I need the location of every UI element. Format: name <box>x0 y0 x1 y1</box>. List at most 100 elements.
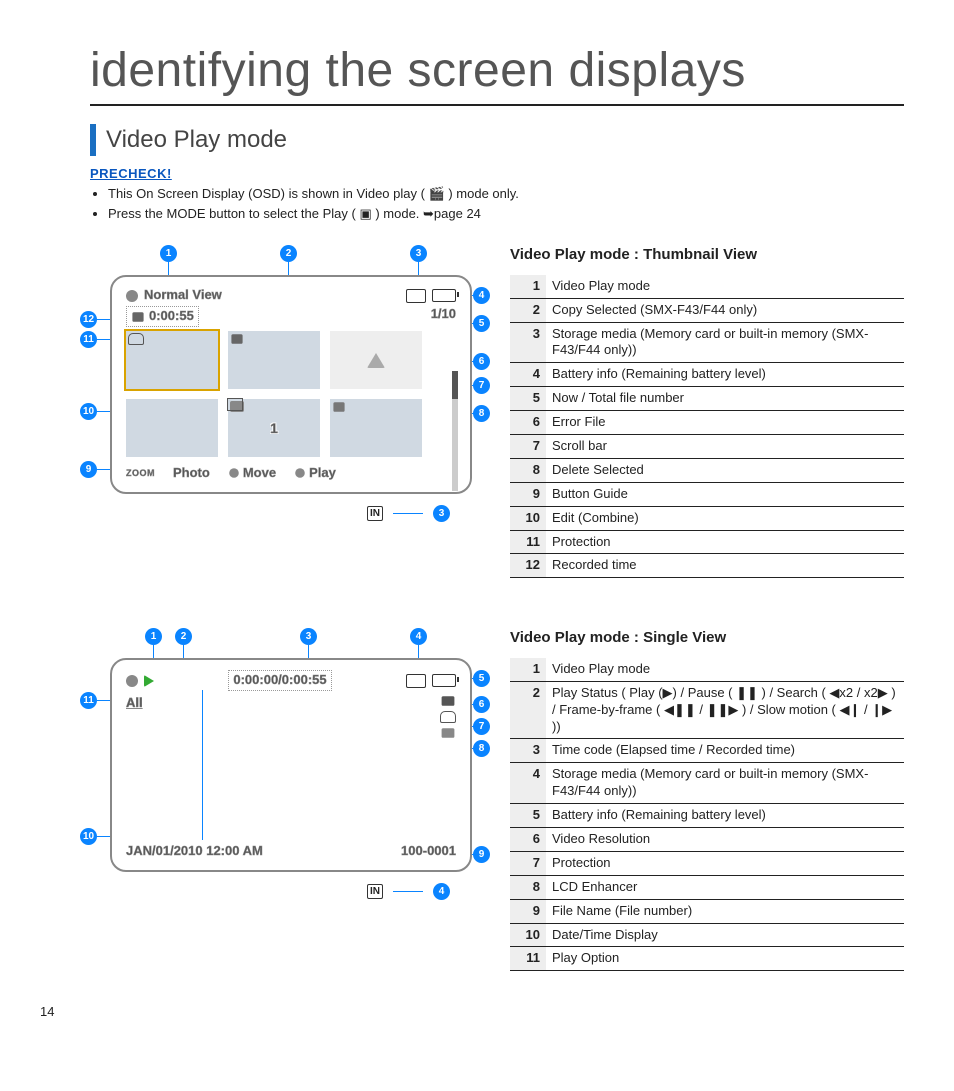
callout-6: 6 <box>473 353 490 370</box>
legend-number: 4 <box>510 763 546 804</box>
callout-5: 5 <box>473 670 490 687</box>
table-row: 6Error File <box>510 411 904 435</box>
callout-2: 2 <box>175 628 192 645</box>
table-row: 11Play Option <box>510 947 904 971</box>
callout-3: 3 <box>300 628 317 645</box>
thumbnail-item[interactable] <box>228 331 320 389</box>
legend-text: Error File <box>546 411 904 435</box>
in-memory-icon: IN <box>367 506 383 521</box>
callout-11: 11 <box>80 331 97 348</box>
battery-icon <box>432 289 456 302</box>
legend-number: 11 <box>510 530 546 554</box>
legend-text: Protection <box>546 851 904 875</box>
table-row: 7Protection <box>510 851 904 875</box>
legend-text: Video Resolution <box>546 827 904 851</box>
legend-text: Copy Selected (SMX-F43/F44 only) <box>546 298 904 322</box>
single-table-title: Video Play mode : Single View <box>510 628 904 648</box>
storage-icon <box>406 674 426 688</box>
legend-text: Video Play mode <box>546 658 904 681</box>
playmode-icon <box>126 675 138 687</box>
thumbnail-item[interactable]: 1 <box>228 399 320 457</box>
table-row: 10Date/Time Display <box>510 923 904 947</box>
table-row: 2Play Status ( Play (▶) / Pause ( ❚❚ ) /… <box>510 681 904 739</box>
protection-icon <box>440 711 456 723</box>
recorded-time: 0:00:55 <box>126 306 199 327</box>
callout-7: 7 <box>473 377 490 394</box>
legend-number: 11 <box>510 947 546 971</box>
table-row: 9Button Guide <box>510 482 904 506</box>
legend-text: LCD Enhancer <box>546 875 904 899</box>
legend-number: 9 <box>510 899 546 923</box>
legend-number: 10 <box>510 506 546 530</box>
play-status-icon <box>144 675 154 687</box>
legend-number: 5 <box>510 387 546 411</box>
legend-number: 3 <box>510 322 546 363</box>
legend-number: 6 <box>510 827 546 851</box>
scroll-bar[interactable] <box>452 371 458 491</box>
callout-2: 2 <box>280 245 297 262</box>
file-name: 100-0001 <box>401 843 456 860</box>
in-memory-icon: IN <box>367 884 383 899</box>
page-title: identifying the screen displays <box>90 40 904 106</box>
thumbnail-item[interactable] <box>126 331 218 389</box>
combine-icon <box>230 401 244 412</box>
guide-move: Move <box>243 465 276 482</box>
legend-number: 7 <box>510 851 546 875</box>
callout-4-alt: 4 <box>433 883 450 900</box>
thumbnail-item[interactable] <box>330 331 422 389</box>
precheck-item: Press the MODE button to select the Play… <box>108 206 904 223</box>
legend-text: Storage media (Memory card or built-in m… <box>546 763 904 804</box>
single-screen: 0:00:00/0:00:55 All JAN/01/2010 12:00 AM… <box>110 658 472 872</box>
protection-icon <box>128 333 144 345</box>
legend-number: 1 <box>510 275 546 298</box>
callout-4: 4 <box>410 628 427 645</box>
battery-icon <box>432 674 456 687</box>
legend-text: Play Option <box>546 947 904 971</box>
table-row: 5Battery info (Remaining battery level) <box>510 804 904 828</box>
guide-play: Play <box>309 465 336 482</box>
legend-text: Button Guide <box>546 482 904 506</box>
legend-text: Play Status ( Play (▶) / Pause ( ❚❚ ) / … <box>546 681 904 739</box>
copy-icon <box>132 312 143 322</box>
table-row: 8Delete Selected <box>510 458 904 482</box>
callout-10: 10 <box>80 828 97 845</box>
table-row: 1Video Play mode <box>510 275 904 298</box>
zoom-label: ZOOM <box>126 468 155 480</box>
single-diagram: 1 2 3 4 5 6 7 8 9 11 10 0 <box>90 628 470 872</box>
table-row: 1Video Play mode <box>510 658 904 681</box>
button-guide: ZOOM Photo Move Play <box>126 465 456 482</box>
thumbnail-legend-table: 1Video Play mode2Copy Selected (SMX-F43/… <box>510 275 904 579</box>
callout-9: 9 <box>473 846 490 863</box>
normal-view-label: Normal View <box>144 287 222 304</box>
legend-number: 2 <box>510 298 546 322</box>
section-title: Video Play mode <box>90 124 904 155</box>
legend-number: 4 <box>510 363 546 387</box>
callout-9: 9 <box>80 461 97 478</box>
legend-number: 10 <box>510 923 546 947</box>
table-row: 2Copy Selected (SMX-F43/F44 only) <box>510 298 904 322</box>
legend-text: Video Play mode <box>546 275 904 298</box>
thumbnail-item[interactable] <box>126 399 218 457</box>
legend-text: File Name (File number) <box>546 899 904 923</box>
legend-number: 7 <box>510 434 546 458</box>
callout-10: 10 <box>80 403 97 420</box>
precheck-list: This On Screen Display (OSD) is shown in… <box>90 186 904 223</box>
storage-icon <box>406 289 426 303</box>
play-icon <box>295 469 305 479</box>
callout-12: 12 <box>80 311 97 328</box>
table-row: 10Edit (Combine) <box>510 506 904 530</box>
combine-count: 1 <box>270 419 278 437</box>
callout-3: 3 <box>410 245 427 262</box>
timecode: 0:00:00/0:00:55 <box>228 670 331 691</box>
guide-photo: Photo <box>173 465 210 482</box>
legend-text: Battery info (Remaining battery level) <box>546 363 904 387</box>
table-row: 6Video Resolution <box>510 827 904 851</box>
play-option: All <box>126 695 143 739</box>
table-row: 3Time code (Elapsed time / Recorded time… <box>510 739 904 763</box>
legend-text: Recorded time <box>546 554 904 578</box>
legend-text: Scroll bar <box>546 434 904 458</box>
legend-number: 1 <box>510 658 546 681</box>
callout-5: 5 <box>473 315 490 332</box>
thumbnail-item[interactable] <box>330 399 422 457</box>
legend-number: 9 <box>510 482 546 506</box>
